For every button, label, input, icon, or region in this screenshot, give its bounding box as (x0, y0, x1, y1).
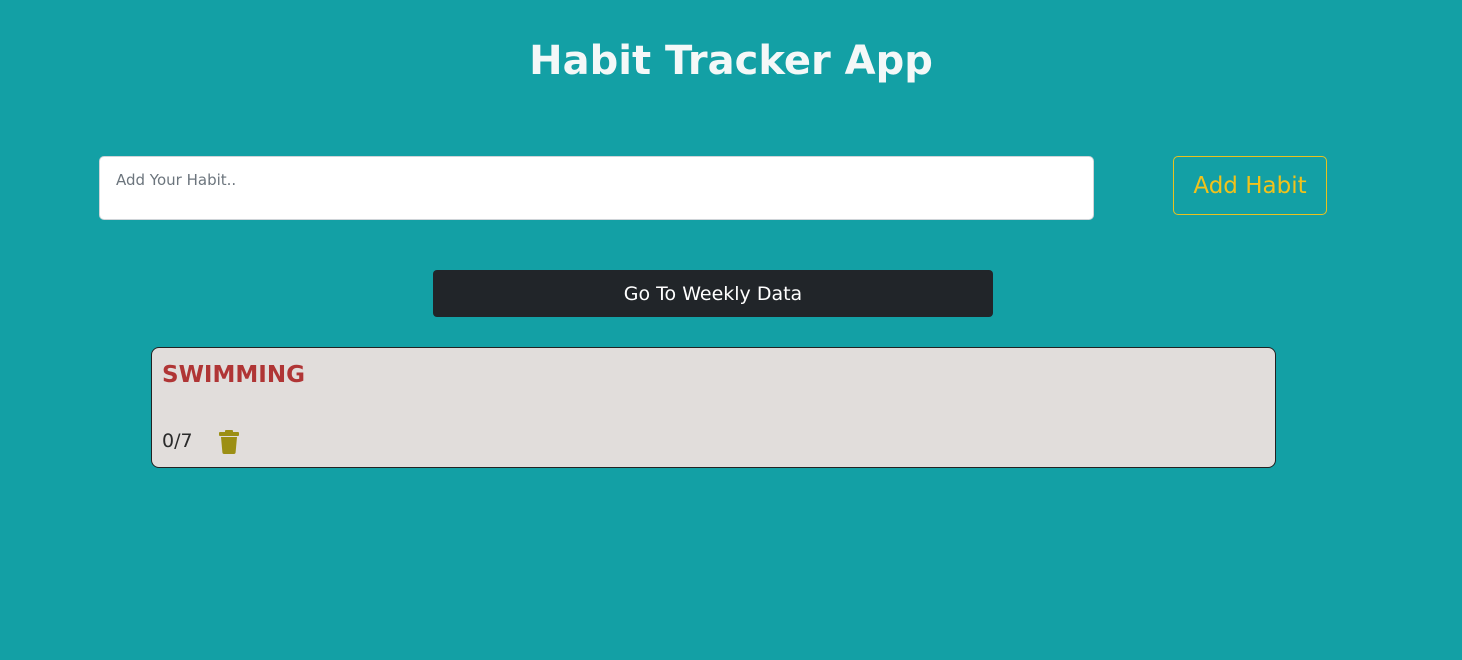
habit-card: SWIMMING 0/7 (151, 347, 1276, 468)
habit-progress: 0/7 (162, 430, 193, 452)
page-title: Habit Tracker App (529, 38, 933, 84)
habit-name: SWIMMING (162, 362, 305, 388)
add-habit-button[interactable]: Add Habit (1173, 156, 1327, 215)
weekly-data-button[interactable]: Go To Weekly Data (433, 270, 993, 317)
habit-input[interactable] (99, 156, 1094, 220)
trash-icon[interactable] (218, 430, 240, 454)
